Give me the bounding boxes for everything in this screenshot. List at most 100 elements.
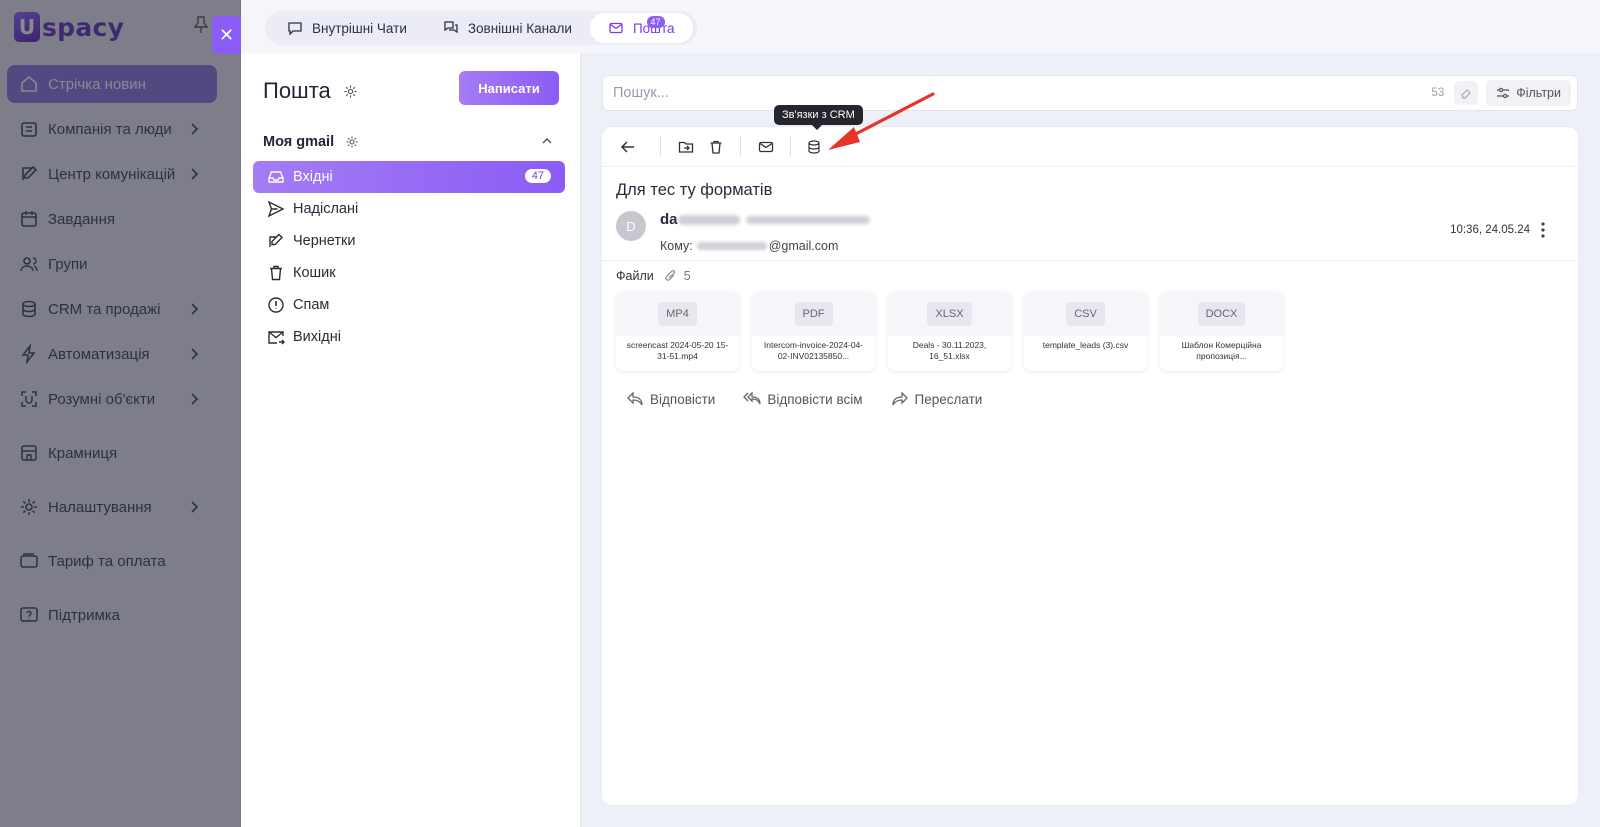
sidebar-item-crm[interactable]: CRM та продажі — [7, 290, 217, 328]
tab-label: Зовнішні Канали — [467, 20, 572, 36]
reply-all-label: Відповісти всім — [767, 391, 863, 407]
sidebar-item-company[interactable]: Компанія та люди — [7, 110, 217, 148]
filters-label: Фільтри — [1516, 86, 1561, 100]
header-divider — [602, 260, 1578, 261]
channel-tabs: Внутрішні Чати Зовнішні Канали Пошта 47 — [265, 11, 697, 45]
gear-icon[interactable] — [345, 135, 359, 149]
pin-icon[interactable] — [194, 16, 208, 34]
sidebar-item-tasks[interactable]: Завдання — [7, 200, 217, 238]
smart-object-icon — [18, 388, 40, 410]
folder-outbox[interactable]: Вихідні — [253, 321, 565, 353]
forward-label: Переслати — [914, 391, 983, 407]
account-header[interactable]: Моя gmail — [263, 131, 559, 153]
close-panel-button[interactable]: ✕ — [212, 16, 241, 54]
sidebar-item-billing[interactable]: Тариф та оплата — [7, 542, 217, 580]
reply-button[interactable]: Відповісти — [626, 391, 715, 407]
compose-button[interactable]: Написати — [459, 71, 559, 105]
sidebar-item-label: Групи — [48, 255, 88, 273]
chevron-right-icon — [191, 348, 199, 360]
move-to-folder-button[interactable] — [676, 137, 696, 157]
file-type-badge: MP4 — [658, 302, 697, 326]
users-icon — [18, 253, 40, 275]
crm-links-button[interactable] — [804, 137, 824, 157]
filters-button[interactable]: Фільтри — [1486, 80, 1571, 106]
inbox-icon — [268, 171, 284, 183]
folder-label: Вихідні — [293, 329, 341, 345]
app-sidebar: U spacy Стрічка новин Компанія та люди Ц… — [0, 0, 241, 827]
forward-button[interactable]: Переслати — [891, 391, 983, 407]
folder-sent[interactable]: Надіслані — [253, 193, 565, 225]
delete-button[interactable] — [706, 137, 726, 157]
attachment-card[interactable]: XLSX Deals - 30.11.2023, 16_51.xlsx — [888, 292, 1011, 371]
home-icon — [18, 73, 40, 95]
sidebar-item-label: Налаштування — [48, 498, 152, 516]
folder-list: Вхідні 47 Надіслані Чернетки Кошик Спам … — [253, 161, 565, 353]
message-subject: Для тес ту форматів — [616, 181, 773, 199]
tab-label: Внутрішні Чати — [312, 20, 407, 36]
file-name: screencast 2024-05-20 15-31-51.mp4 — [626, 340, 729, 361]
attachments-list: MP4 screencast 2024-05-20 15-31-51.mp4 P… — [616, 292, 1296, 371]
sidebar-item-automation[interactable]: Автоматизація — [7, 335, 217, 373]
attachment-card[interactable]: CSV template_leads (3).csv — [1024, 292, 1147, 371]
crm-links-tooltip: Зв'язки з CRM — [774, 105, 863, 130]
sidebar-item-label: Крамниця — [48, 444, 118, 462]
logo: U spacy — [14, 12, 124, 42]
sidebar-item-label: Підтримка — [48, 606, 121, 624]
sidebar-item-support[interactable]: Підтримка — [7, 596, 217, 634]
lightning-icon — [18, 343, 40, 365]
sidebar-item-groups[interactable]: Групи — [7, 245, 217, 283]
sidebar-item-label: Стрічка новин — [48, 75, 146, 93]
redacted-email — [745, 215, 870, 224]
mail-count-badge: 47 — [646, 16, 665, 28]
files-label: Файли — [616, 269, 654, 283]
search-input[interactable] — [603, 85, 1432, 101]
to-label: Кому: — [660, 239, 693, 253]
arrow-left-icon — [620, 141, 634, 153]
wallet-icon — [18, 550, 40, 572]
close-icon: ✕ — [218, 24, 235, 45]
results-count: 53 — [1431, 87, 1445, 99]
sidebar-item-settings[interactable]: Налаштування — [7, 488, 217, 526]
sidebar-item-news-feed[interactable]: Стрічка новин — [7, 65, 217, 103]
clear-search-button[interactable] — [1454, 81, 1479, 105]
folder-move-icon — [678, 141, 694, 153]
forward-icon — [891, 391, 908, 406]
tab-mail[interactable]: Пошта 47 — [589, 13, 693, 43]
chevron-up-icon[interactable] — [541, 135, 553, 147]
back-button[interactable] — [618, 137, 638, 157]
folder-drafts[interactable]: Чернетки — [253, 225, 565, 257]
tab-internal-chats[interactable]: Внутрішні Чати — [269, 13, 425, 43]
folder-spam[interactable]: Спам — [253, 289, 565, 321]
sidebar-item-communications[interactable]: Центр комунікацій — [7, 155, 217, 193]
folder-label: Вхідні — [293, 169, 333, 185]
folder-inbox[interactable]: Вхідні 47 — [253, 161, 565, 193]
file-type-badge: XLSX — [927, 302, 972, 326]
toolbar-divider — [740, 136, 741, 156]
chat-multiple-icon — [444, 21, 458, 34]
more-vertical-icon[interactable] — [1536, 221, 1550, 239]
sidebar-item-label: Завдання — [48, 210, 115, 228]
attachment-card[interactable]: DOCX Шаблон Комерційна пропозиція... — [1160, 292, 1283, 371]
attachment-card[interactable]: PDF Intercom-invoice-2024-04-02-INV02135… — [752, 292, 875, 371]
file-name: template_leads (3).csv — [1042, 340, 1129, 350]
mark-as-read-button[interactable] — [756, 137, 776, 157]
sender-prefix: da — [660, 211, 678, 228]
edit-icon — [269, 233, 283, 247]
sender-name: da — [660, 211, 870, 228]
mail-icon — [758, 141, 774, 153]
gear-icon[interactable] — [343, 84, 358, 99]
reply-all-button[interactable]: Відповісти всім — [743, 391, 863, 407]
edit-icon — [18, 163, 40, 185]
sidebar-item-store[interactable]: Крамниця — [7, 434, 217, 472]
sidebar-item-smart-objects[interactable]: Розумні об'єкти — [7, 380, 217, 418]
folder-trash[interactable]: Кошик — [253, 257, 565, 289]
tab-external-channels[interactable]: Зовнішні Канали — [425, 13, 590, 43]
file-type-badge: PDF — [794, 302, 833, 326]
database-icon — [18, 298, 40, 320]
logo-mark: U — [14, 12, 40, 42]
building-icon — [18, 118, 40, 140]
attachment-card[interactable]: MP4 screencast 2024-05-20 15-31-51.mp4 — [616, 292, 739, 371]
sidebar-item-label: Центр комунікацій — [48, 165, 176, 183]
reply-icon — [627, 391, 643, 406]
trash-icon — [270, 265, 282, 281]
